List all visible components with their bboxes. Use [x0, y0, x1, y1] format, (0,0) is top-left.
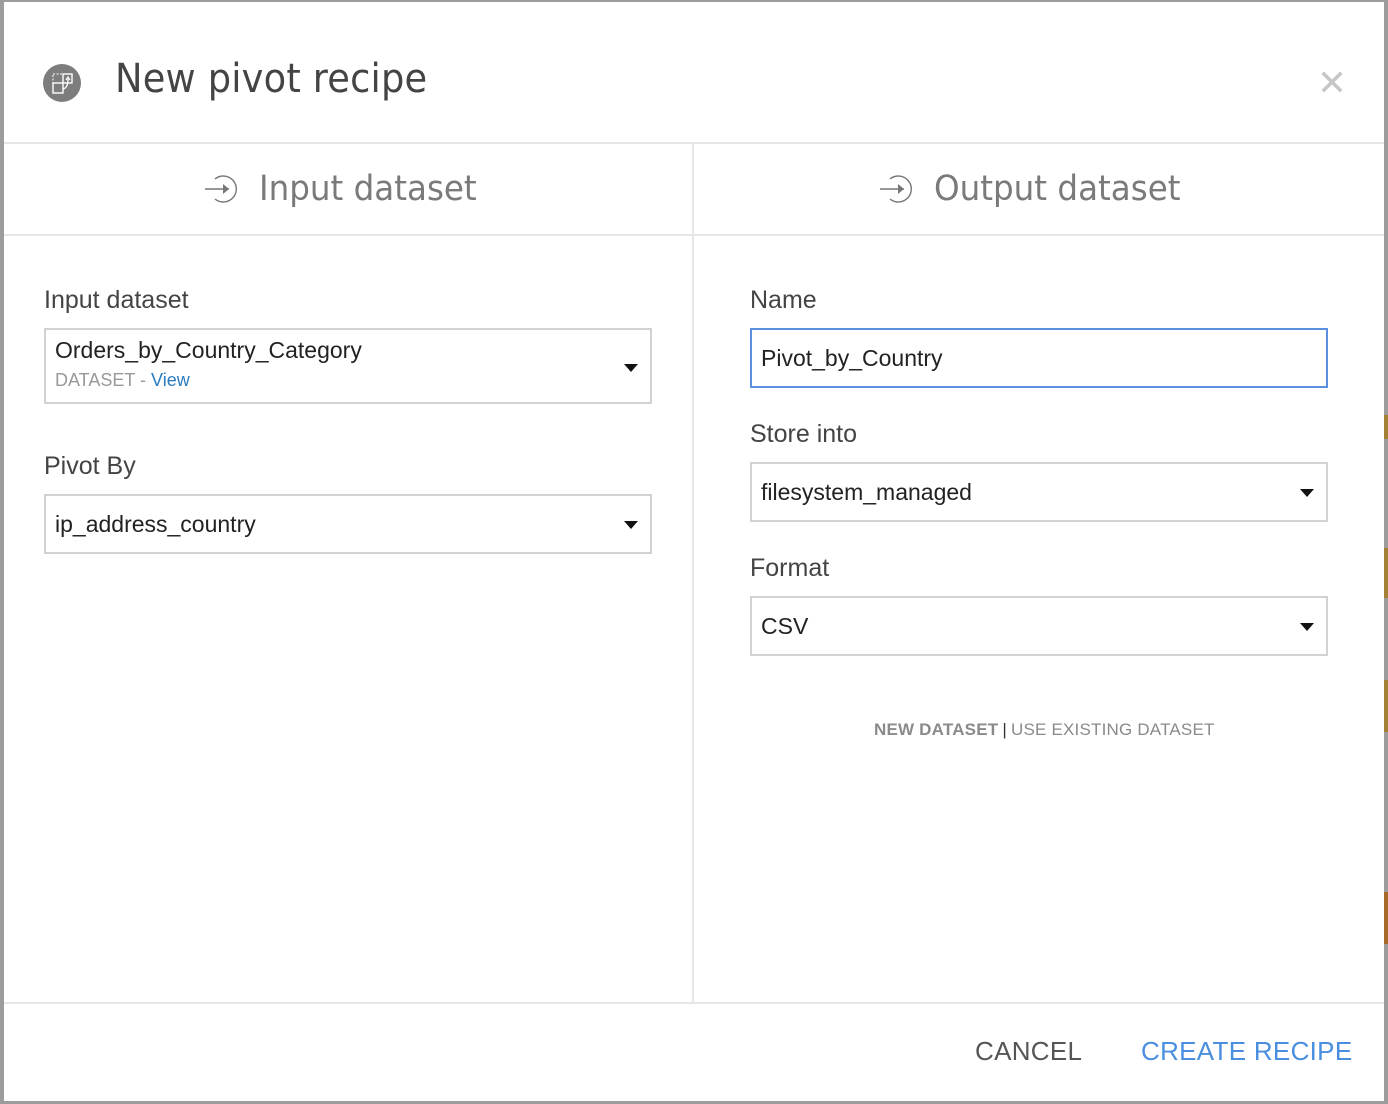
background-element — [1384, 680, 1388, 732]
output-column-header: Output dataset — [694, 144, 1384, 236]
mode-separator: | — [1002, 720, 1007, 739]
chevron-down-icon — [624, 521, 638, 529]
output-name-input[interactable] — [750, 328, 1328, 388]
use-existing-dataset-option[interactable]: USE EXISTING DATASET — [1011, 720, 1215, 739]
new-dataset-option[interactable]: NEW DATASET — [874, 720, 998, 739]
background-element — [1384, 548, 1388, 598]
cancel-button[interactable]: CANCEL — [975, 1036, 1082, 1067]
store-into-value: filesystem_managed — [761, 479, 972, 505]
input-dataset-select[interactable]: Orders_by_Country_Category DATASET - Vie… — [44, 328, 652, 404]
format-select[interactable]: CSV — [750, 596, 1328, 656]
dataset-meta: DATASET - View — [55, 370, 190, 391]
arrow-in-circle-icon — [880, 175, 913, 203]
footer-divider — [4, 1002, 1384, 1004]
view-dataset-link[interactable]: View — [151, 370, 190, 390]
pivot-by-value: ip_address_country — [55, 511, 256, 537]
pivot-by-select[interactable]: ip_address_country — [44, 494, 652, 554]
new-pivot-recipe-dialog: New pivot recipe Input dataset Output da… — [4, 2, 1384, 1101]
chevron-down-icon — [1300, 489, 1314, 497]
pivot-recipe-icon — [43, 64, 81, 102]
background-element — [1384, 892, 1388, 944]
background-element — [1384, 415, 1388, 439]
dataset-mode-toggle: NEW DATASET | USE EXISTING DATASET — [874, 720, 1215, 740]
column-divider — [692, 144, 694, 1004]
chevron-down-icon — [624, 364, 638, 372]
store-into-select[interactable]: filesystem_managed — [750, 462, 1328, 522]
create-recipe-button[interactable]: CREATE RECIPE — [1141, 1036, 1352, 1067]
close-button[interactable] — [1320, 70, 1344, 94]
format-value: CSV — [761, 613, 809, 639]
close-icon — [1321, 71, 1343, 93]
output-column-title: Output dataset — [934, 169, 1181, 209]
meta-separator: - — [135, 370, 152, 390]
dialog-header: New pivot recipe — [4, 2, 1384, 144]
format-label: Format — [750, 554, 830, 582]
arrow-in-circle-icon — [204, 175, 237, 203]
chevron-down-icon — [1300, 623, 1314, 631]
pivot-by-label: Pivot By — [44, 452, 136, 480]
dialog-title: New pivot recipe — [115, 56, 428, 102]
dataset-type-label: DATASET — [55, 370, 136, 390]
input-dataset-label: Input dataset — [44, 286, 189, 314]
input-dataset-value: Orders_by_Country_Category — [55, 337, 362, 363]
input-column-title: Input dataset — [258, 169, 477, 209]
input-column-header: Input dataset — [4, 144, 692, 236]
name-label: Name — [750, 286, 817, 314]
store-into-label: Store into — [750, 420, 858, 448]
